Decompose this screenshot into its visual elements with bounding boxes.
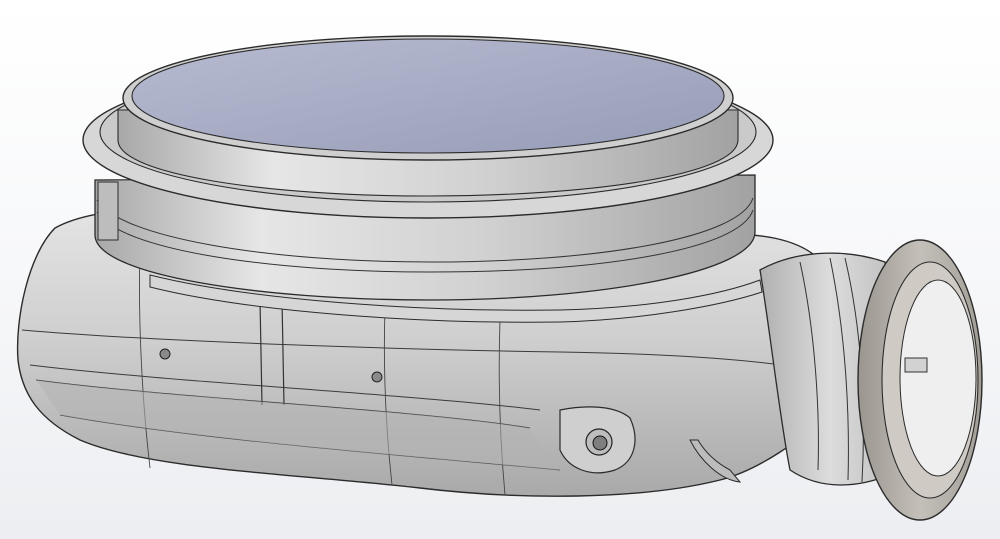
mounting-hole-right: [371, 371, 383, 383]
lid-face: [131, 38, 725, 154]
collar-label-plate: [97, 181, 119, 241]
cad-model[interactable]: [0, 0, 1000, 539]
mounting-hole-left: [159, 348, 171, 360]
cad-viewport[interactable]: [0, 0, 1000, 539]
outlet-flange[interactable]: [857, 239, 983, 521]
opening-tab: [904, 357, 928, 373]
drain-boss[interactable]: [559, 406, 636, 474]
duct-opening: [899, 279, 977, 477]
inlet-lid[interactable]: [122, 35, 734, 161]
boss-hole-inner: [592, 435, 608, 451]
